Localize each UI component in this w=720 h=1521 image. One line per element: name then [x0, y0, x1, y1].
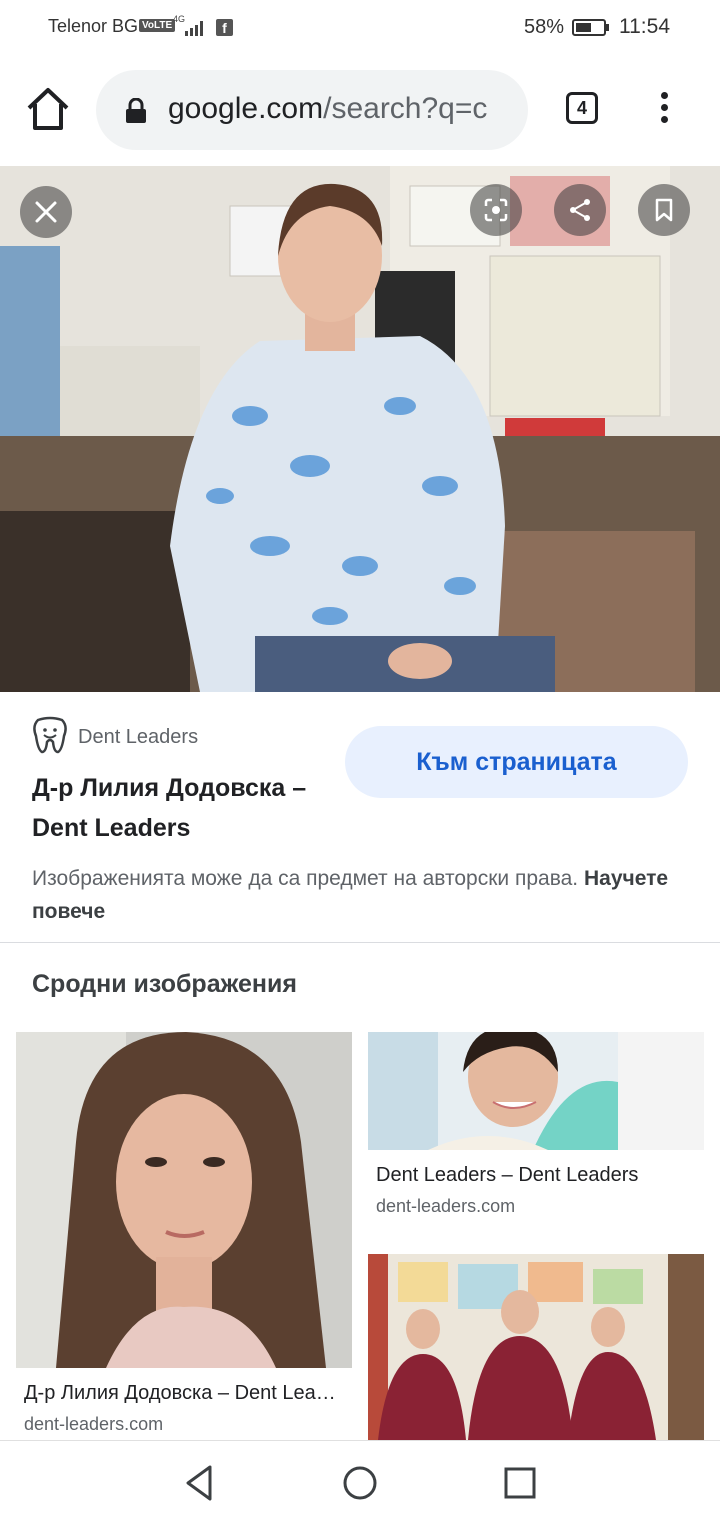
main-image[interactable] [0, 166, 720, 692]
copyright-text: Изображенията може да са предмет на авто… [32, 867, 579, 890]
related-thumbnail-illustration [368, 1032, 704, 1150]
related-domain: dent-leaders.com [376, 1196, 516, 1216]
copyright-notice: Изображенията може да са предмет на авто… [32, 862, 672, 928]
tab-switcher-button[interactable]: 4 [566, 92, 598, 124]
related-card[interactable]: Д-р Лилия Додовска – Dent Leaders dent-l… [16, 1032, 352, 1442]
url-text: google.com/search?q=c [168, 92, 514, 126]
battery-percent: 58% [524, 16, 565, 38]
network-type: 4G [173, 14, 186, 24]
related-card[interactable] [368, 1254, 704, 1440]
result-title[interactable]: Д-р Лилия Додовска – Dent Leaders [32, 768, 342, 848]
signal-icon [185, 21, 203, 36]
recents-square-icon[interactable] [500, 1463, 540, 1503]
related-images-heading: Сродни изображения [32, 970, 297, 998]
browser-toolbar: google.com/search?q=c 4 [0, 56, 720, 166]
related-thumbnail[interactable] [368, 1032, 704, 1150]
bookmark-button[interactable] [638, 184, 690, 236]
battery-level [576, 23, 591, 32]
lens-icon [484, 198, 508, 222]
related-thumbnail[interactable] [368, 1254, 704, 1440]
tooth-icon [33, 716, 67, 754]
clock: 11:54 [619, 15, 670, 38]
close-button[interactable] [20, 186, 72, 238]
share-icon [570, 199, 590, 221]
back-triangle-icon[interactable] [180, 1463, 220, 1503]
battery-icon [572, 19, 606, 36]
volte-badge: VoLTE [139, 19, 176, 32]
visit-page-button[interactable]: Към страницата [345, 726, 688, 798]
source-name: Dent Leaders [78, 726, 199, 748]
more-vert-icon[interactable] [654, 92, 674, 128]
bookmark-icon [655, 198, 673, 222]
share-button[interactable] [554, 184, 606, 236]
close-icon [35, 201, 57, 223]
related-card[interactable]: Dent Leaders – Dent Leaders dent-leaders… [368, 1032, 704, 1222]
home-circle-icon[interactable] [340, 1463, 380, 1503]
related-domain: dent-leaders.com [24, 1414, 164, 1434]
url-path: /search?q=c [323, 92, 488, 125]
related-title[interactable]: Д-р Лилия Додовска – Dent Leaders [24, 1382, 346, 1405]
related-thumbnail[interactable] [16, 1032, 352, 1368]
related-thumbnail-illustration [16, 1032, 352, 1368]
main-image-illustration [0, 166, 720, 692]
home-icon[interactable] [24, 84, 72, 136]
related-title[interactable]: Dent Leaders – Dent Leaders [376, 1164, 698, 1187]
lens-button[interactable] [470, 184, 522, 236]
facebook-icon: f [216, 19, 233, 36]
system-nav-bar [0, 1440, 720, 1521]
url-bar[interactable]: google.com/search?q=c [96, 70, 528, 150]
lock-icon [126, 98, 146, 123]
carrier-name: Telenor BG [48, 16, 139, 36]
url-host: google.com [168, 92, 324, 125]
section-divider [0, 942, 720, 943]
battery-tip [606, 24, 609, 31]
status-bar: Telenor BG VoLTE 4G f 58% 11:54 [0, 0, 720, 56]
related-thumbnail-illustration [368, 1254, 704, 1440]
